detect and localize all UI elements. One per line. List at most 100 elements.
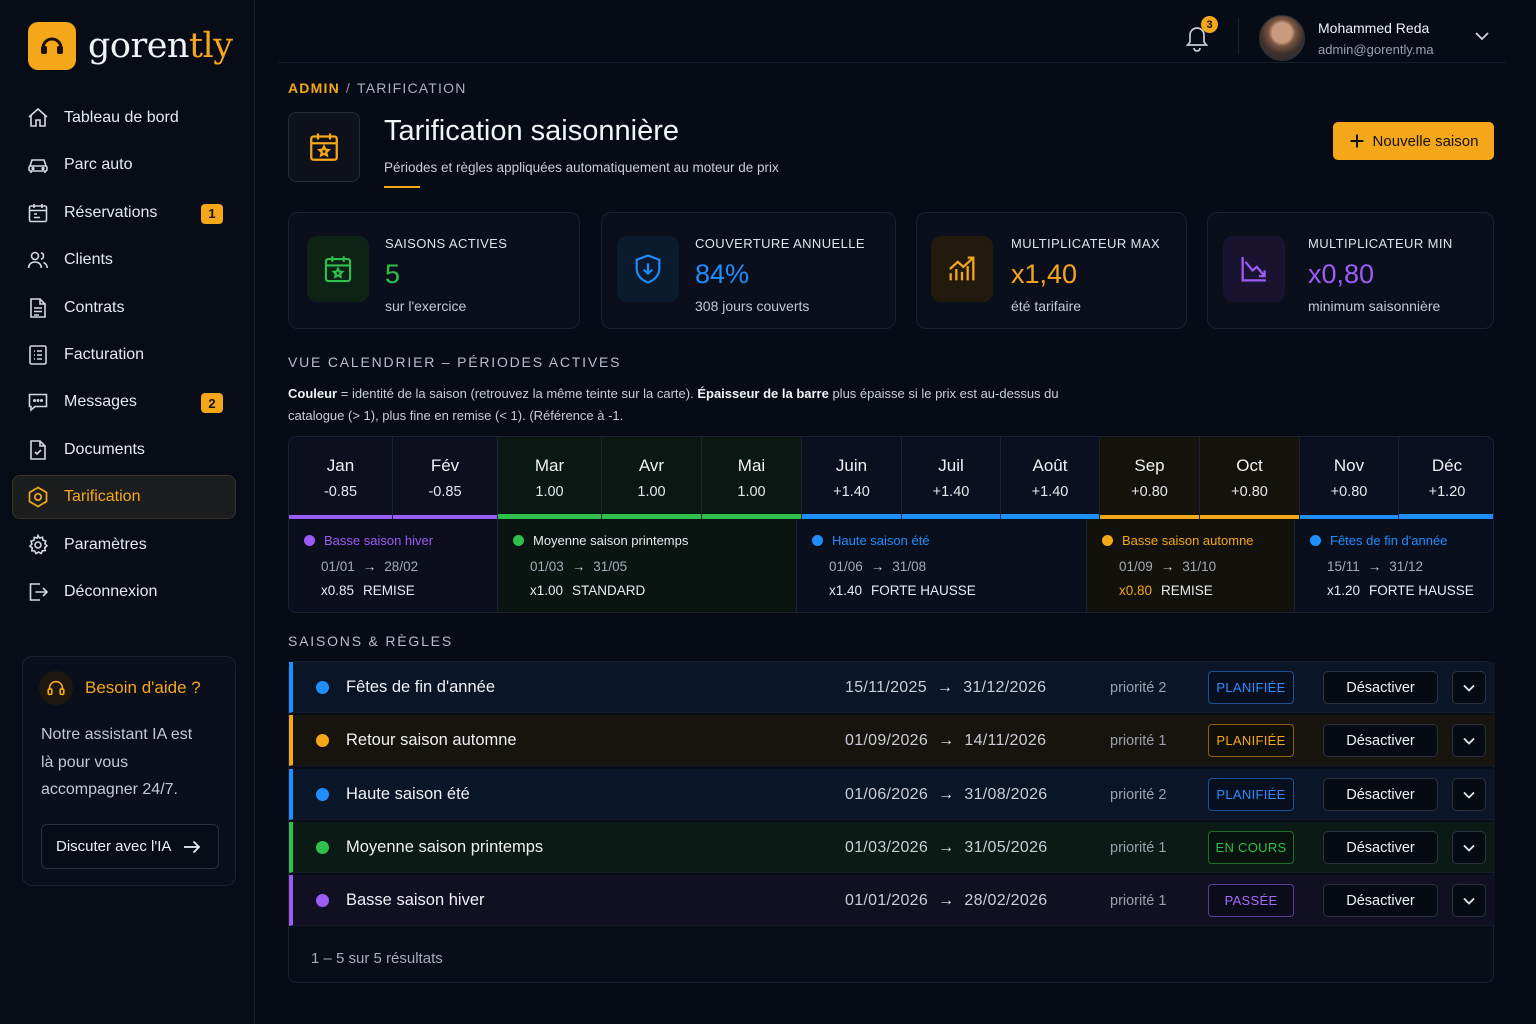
sidebar-item-facturation[interactable]: Facturation [12,333,236,377]
month-name: Fév [430,456,460,475]
season-name: Haute saison été [812,533,930,548]
season-name-label: Haute saison été [832,533,930,548]
breadcrumb-admin[interactable]: ADMIN [288,80,340,96]
car-icon [26,153,50,177]
gear-icon [26,533,50,557]
status-badge: EN COURS [1208,831,1294,864]
month-name: Juin [835,456,868,475]
season-priority: priorité 1 [1110,840,1167,856]
chat-with-ai-button[interactable]: Discuter avec l'IA [41,824,219,869]
table-row[interactable]: Retour saison automne 01/09/2026 → 14/11/20… [289,715,1495,766]
season-date-range: 01/06 → 31/08 [829,559,926,574]
stat-note: été tarifaire [1011,298,1082,314]
sidebar-item-label: Paramètres [64,535,147,553]
month-multiplier: 1.00 [535,484,564,500]
help-header: Besoin d'aide ? [39,671,201,705]
table-row[interactable]: Haute saison été 01/06/2026 → 31/08/2026 pri… [289,769,1495,820]
season-end: 31/12 [1389,559,1424,574]
stat-label: COUVERTURE ANNUELLE [695,236,865,251]
deactivate-button[interactable]: Désactiver [1323,671,1438,704]
deactivate-button[interactable]: Désactiver [1323,831,1438,864]
chevron-down-icon [1462,683,1476,693]
sidebar-item-messages[interactable]: Messages 2 [12,380,236,424]
sidebar-item-label: Tableau de bord [64,109,179,126]
month-name: Août [1032,456,1068,475]
sidebar-item-deconnexion[interactable]: Déconnexion [12,570,236,614]
sidebar-item-reservations[interactable]: Réservations 1 [12,191,236,235]
sidebar-item-tarification[interactable]: Tarification [12,475,236,520]
season-dates: 15/11/2025 → 31/12/2026 [845,679,1046,697]
deactivate-button[interactable]: Désactiver [1323,778,1438,811]
season-name: Basse saison hiver [304,533,433,548]
sidebar-item-label: Contrats [64,298,125,316]
calendar-season-card[interactable]: Basse saison automne 01/09 → 31/10 x0.80 REMI… [1087,519,1295,612]
calendar-star-icon [288,112,360,182]
month-multiplier: -0.85 [323,484,358,500]
arrow-right-icon: → [1160,559,1175,574]
logout-icon [26,580,50,604]
calendar-month-sep: Sep +0.80 [1100,437,1200,519]
brand[interactable]: gorently [28,22,233,70]
calendar-legend: Couleur = identité de la saison (retrouv… [288,383,1088,427]
season-start-date: 01/09/2026 [845,732,929,749]
multiplier-value: x0.80 [1119,583,1153,598]
season-name-label: Fêtes de fin d'année [1330,533,1448,548]
month-multiplier: +1.40 [932,484,970,500]
messages-count-badge: 2 [201,393,223,414]
sidebar-item-label: Messages [64,393,137,411]
month-multiplier: 1.00 [737,484,766,500]
month-name: Avr [638,456,665,475]
sidebar-item-contrats[interactable]: Contrats [12,286,236,330]
calendar-seasons-row: Basse saison hiver 01/01 → 28/02 x0.85 REMISE… [289,519,1493,612]
tag-icon [26,485,50,509]
season-name: Basse saison hiver [346,891,485,909]
headset-icon [39,671,73,705]
expand-row-button[interactable] [1452,831,1486,864]
expand-row-button[interactable] [1452,724,1486,757]
sidebar-item-parc-auto[interactable]: Parc auto [12,143,236,187]
sidebar-item-clients[interactable]: Clients [12,238,236,282]
month-name: Oct [1236,456,1263,475]
stat-value: 5 [385,259,401,289]
sidebar-item-tableau-de-bord[interactable]: Tableau de bord [12,96,236,140]
calendar-season-card[interactable]: Haute saison été 01/06 → 31/08 x1.40 FORTE HA… [797,519,1087,612]
brand-name-suffix: tly [188,26,233,66]
season-end-date: 31/12/2026 [963,679,1047,696]
calendar-month-avr: Avr 1.00 [602,437,702,519]
table-row[interactable]: Basse saison hiver 01/01/2026 → 28/02/2026 p… [289,875,1495,926]
season-calendar: Jan -0.85 Fév -0.85 Mar 1.00 Avr 1.00 Mai 1.00 Jui… [288,436,1494,613]
chat-with-ai-label: Discuter avec l'IA [56,838,172,855]
season-start: 15/11 [1327,559,1360,574]
season-priority: priorité 2 [1110,680,1167,696]
expand-row-button[interactable] [1452,671,1486,704]
stat-card-annual-coverage: COUVERTURE ANNUELLE 84% 308 jours couver… [601,212,896,329]
calendar-season-card[interactable]: Fêtes de fin d'année 15/11 → 31/12 x1.20 FORT… [1295,519,1493,612]
sidebar-item-parametres[interactable]: Paramètres [12,523,236,567]
deactivate-button[interactable]: Désactiver [1323,724,1438,757]
calendar-season-card[interactable]: Basse saison hiver 01/01 → 28/02 x0.85 REMISE [289,519,498,612]
sidebar-item-documents[interactable]: Documents [12,428,236,472]
table-row[interactable]: Moyenne saison printemps 01/03/2026 → 31/05… [289,822,1495,873]
multiplier-kind: REMISE [1161,583,1213,598]
table-row[interactable]: Fêtes de fin d'année 15/11/2025 → 31/12/202… [289,662,1495,713]
season-start-date: 01/03/2026 [845,839,929,856]
season-priority: priorité 1 [1110,733,1167,749]
season-date-range: 01/03 → 31/05 [530,559,627,574]
season-multiplier: x1.20 FORTE HAUSSE [1327,583,1474,598]
chevron-down-icon [1462,736,1476,746]
arrow-right-icon: → [1367,559,1382,574]
calendar-season-card[interactable]: Moyenne saison printemps 01/03 → 31/05 x1.00… [498,519,797,612]
expand-row-button[interactable] [1452,778,1486,811]
season-start: 01/01 [321,559,355,574]
deactivate-button[interactable]: Désactiver [1323,884,1438,917]
avatar[interactable] [1259,15,1305,61]
season-multiplier: x1.00 STANDARD [530,583,645,598]
calendar-month-déc: Déc +1.20 [1399,437,1493,519]
month-name: Mai [737,456,766,475]
season-multiplier: x1.40 FORTE HAUSSE [829,583,976,598]
stat-value: 84% [695,259,750,289]
user-menu-chevron-down-icon[interactable] [1474,30,1490,42]
new-season-button[interactable]: Nouvelle saison [1333,122,1494,160]
chevron-down-icon [1462,896,1476,906]
expand-row-button[interactable] [1452,884,1486,917]
